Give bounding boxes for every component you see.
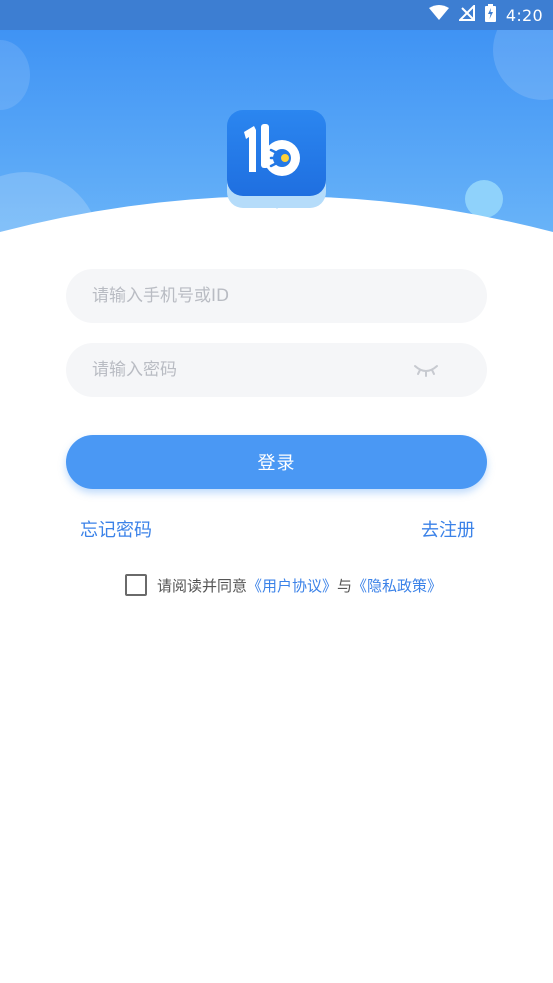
battery-charging-icon (484, 4, 496, 26)
logo-glyph (244, 124, 300, 176)
decor-bubble (493, 30, 553, 100)
status-time: 4:20 (505, 5, 543, 25)
status-bar: 4:20 (0, 0, 553, 30)
user-agreement-link[interactable]: 《用户协议》 (247, 575, 337, 596)
app-logo-icon (227, 110, 326, 210)
agreement-conjunction: 与 (337, 576, 353, 595)
agreement-row: 请阅读并同意 《用户协议》 与 《隐私政策》 (125, 573, 442, 597)
phone-input[interactable] (90, 285, 394, 307)
wifi-icon (428, 5, 449, 25)
forgot-password-link[interactable]: 忘记密码 (80, 516, 152, 542)
decor-bubble (0, 40, 30, 110)
agreement-prefix: 请阅读并同意 (157, 576, 248, 595)
password-field[interactable] (66, 343, 487, 397)
phone-field[interactable] (66, 269, 487, 323)
register-link[interactable]: 去注册 (421, 516, 475, 542)
eye-closed-icon[interactable] (412, 361, 440, 379)
privacy-policy-link[interactable]: 《隐私政策》 (352, 575, 442, 596)
status-icons: 4:20 (428, 0, 543, 30)
logo-tail (271, 202, 283, 209)
login-button[interactable]: 登录 (66, 435, 487, 489)
no-signal-icon (457, 3, 475, 25)
password-input[interactable] (90, 359, 394, 381)
agreement-checkbox[interactable] (125, 574, 147, 596)
